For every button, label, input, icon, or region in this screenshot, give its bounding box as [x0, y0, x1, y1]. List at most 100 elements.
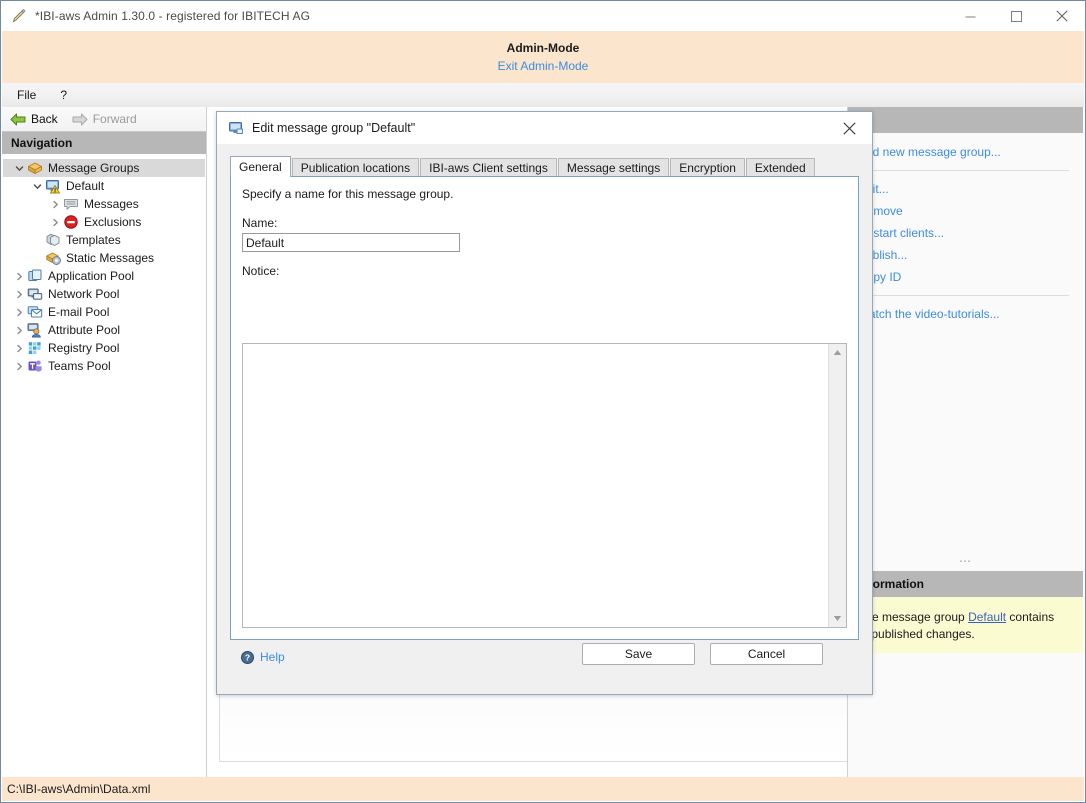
tree-item-message-groups[interactable]: Message Groups — [3, 159, 205, 177]
chevron-right-icon[interactable] — [11, 268, 27, 284]
tree-label: Attribute Pool — [48, 322, 120, 338]
info-default-link[interactable]: Default — [968, 610, 1006, 624]
name-label: Name: — [242, 216, 858, 230]
tree-item-application-pool[interactable]: Application Pool — [3, 267, 205, 285]
forward-button[interactable]: Forward — [72, 112, 137, 126]
chevron-down-icon[interactable] — [29, 178, 45, 194]
save-button[interactable]: Save — [582, 643, 695, 665]
tree-item-network-pool[interactable]: Network Pool — [3, 285, 205, 303]
help-link[interactable]: ? Help — [241, 650, 285, 664]
admin-mode-title: Admin-Mode — [507, 41, 580, 56]
name-input[interactable] — [242, 233, 460, 252]
actions-link-list: Add new message group... Edit... Remove … — [848, 133, 1083, 325]
message-group-icon — [228, 120, 244, 136]
chevron-down-icon[interactable] — [11, 160, 27, 176]
window-title: *IBI-aws Admin 1.30.0 - registered for I… — [35, 9, 310, 23]
svg-text:?: ? — [245, 652, 250, 662]
notice-vertical-scrollbar[interactable] — [828, 344, 846, 627]
dialog-body: General Publication locations IBI-aws Cl… — [217, 144, 872, 694]
action-remove[interactable]: Remove — [858, 200, 1083, 222]
divider — [858, 295, 1069, 296]
tree-item-email-pool[interactable]: E-mail Pool — [3, 303, 205, 321]
scroll-up-arrow-icon[interactable] — [829, 344, 846, 361]
navigation-header: Navigation — [2, 131, 206, 154]
edit-message-group-dialog: Edit message group "Default" General Pub… — [216, 111, 873, 695]
tree-item-templates[interactable]: Templates — [3, 231, 205, 249]
templates-icon — [45, 232, 61, 248]
action-watch-video-tutorials[interactable]: Watch the video-tutorials... — [858, 303, 1083, 325]
message-groups-icon — [27, 160, 43, 176]
chevron-right-icon[interactable] — [47, 196, 63, 212]
navigation-pane: Back Forward Navigation — [2, 107, 207, 777]
messages-icon — [63, 196, 79, 212]
dialog-close-button[interactable] — [827, 112, 872, 144]
notice-textarea[interactable] — [243, 344, 828, 627]
information-header: Information — [848, 571, 1083, 597]
tab-message-settings[interactable]: Message settings — [558, 158, 669, 177]
dialog-footer: ? Help Save Cancel — [217, 638, 872, 694]
navigation-tree: Message Groups Default — [3, 154, 205, 776]
back-label: Back — [31, 112, 58, 126]
tree-item-messages[interactable]: Messages — [3, 195, 205, 213]
chevron-right-icon[interactable] — [11, 340, 27, 356]
tree-label: Default — [66, 178, 104, 194]
static-messages-icon — [45, 250, 61, 266]
info-text-before: The message group — [858, 610, 968, 624]
back-button[interactable]: Back — [10, 112, 58, 126]
tab-general[interactable]: General — [230, 156, 291, 177]
statusbar: C:\IBI-aws\Admin\Data.xml — [2, 777, 1084, 801]
general-tab-panel: Specify a name for this message group. N… — [230, 176, 859, 640]
tab-ibi-aws-client-settings[interactable]: IBI-aws Client settings — [420, 158, 557, 177]
navigation-toolbar: Back Forward — [2, 107, 206, 131]
chevron-right-icon[interactable] — [47, 214, 63, 230]
tab-extended[interactable]: Extended — [746, 158, 815, 177]
chevron-right-icon[interactable] — [11, 358, 27, 374]
tree-label: Registry Pool — [48, 340, 119, 356]
exclusions-icon — [63, 214, 79, 230]
action-restart-clients[interactable]: Restart clients... — [858, 222, 1083, 244]
email-pool-icon — [27, 304, 43, 320]
notice-field-container — [242, 343, 847, 628]
tree-label: Application Pool — [48, 268, 134, 284]
forward-arrow-icon — [72, 113, 88, 126]
ibi-aws-app-icon — [11, 8, 27, 24]
menubar: File ? — [2, 83, 1084, 107]
tree-item-attribute-pool[interactable]: Attribute Pool — [3, 321, 205, 339]
panel-resize-grip[interactable]: ⋯ — [848, 557, 1083, 565]
general-hint: Specify a name for this message group. — [242, 187, 858, 201]
menu-file[interactable]: File — [8, 88, 45, 102]
minimize-button[interactable] — [947, 1, 993, 31]
action-copy-id[interactable]: Copy ID — [858, 266, 1083, 288]
tree-item-exclusions[interactable]: Exclusions — [3, 213, 205, 231]
cancel-button[interactable]: Cancel — [710, 643, 823, 665]
notice-label: Notice: — [242, 264, 858, 278]
tab-encryption[interactable]: Encryption — [670, 158, 745, 177]
navigation-header-label: Navigation — [11, 136, 72, 150]
application-pool-icon — [27, 268, 43, 284]
exit-admin-mode-link[interactable]: Exit Admin-Mode — [498, 59, 589, 74]
tree-label: Network Pool — [48, 286, 119, 302]
forward-label: Forward — [93, 112, 137, 126]
tree-item-registry-pool[interactable]: Registry Pool — [3, 339, 205, 357]
action-edit[interactable]: Edit... — [858, 178, 1083, 200]
actions-header — [848, 107, 1083, 133]
teams-pool-icon — [27, 358, 43, 374]
action-add-new-message-group[interactable]: Add new message group... — [858, 141, 1083, 163]
statusbar-path: C:\IBI-aws\Admin\Data.xml — [2, 782, 150, 796]
chevron-right-icon[interactable] — [11, 286, 27, 302]
chevron-right-icon[interactable] — [11, 322, 27, 338]
action-publish[interactable]: Publish... — [858, 244, 1083, 266]
attribute-pool-icon — [27, 322, 43, 338]
tree-item-default[interactable]: Default — [3, 177, 205, 195]
close-button[interactable] — [1039, 1, 1085, 31]
tree-item-static-messages[interactable]: Static Messages — [3, 249, 205, 267]
window-controls — [947, 1, 1085, 31]
menu-help[interactable]: ? — [51, 88, 76, 102]
tab-publication-locations[interactable]: Publication locations — [292, 158, 419, 177]
scroll-down-arrow-icon[interactable] — [829, 610, 846, 627]
information-text: The message group Default contains unpub… — [848, 597, 1083, 653]
maximize-button[interactable] — [993, 1, 1039, 31]
tree-item-teams-pool[interactable]: Teams Pool — [3, 357, 205, 375]
chevron-right-icon[interactable] — [11, 304, 27, 320]
message-group-warning-icon — [45, 178, 61, 194]
